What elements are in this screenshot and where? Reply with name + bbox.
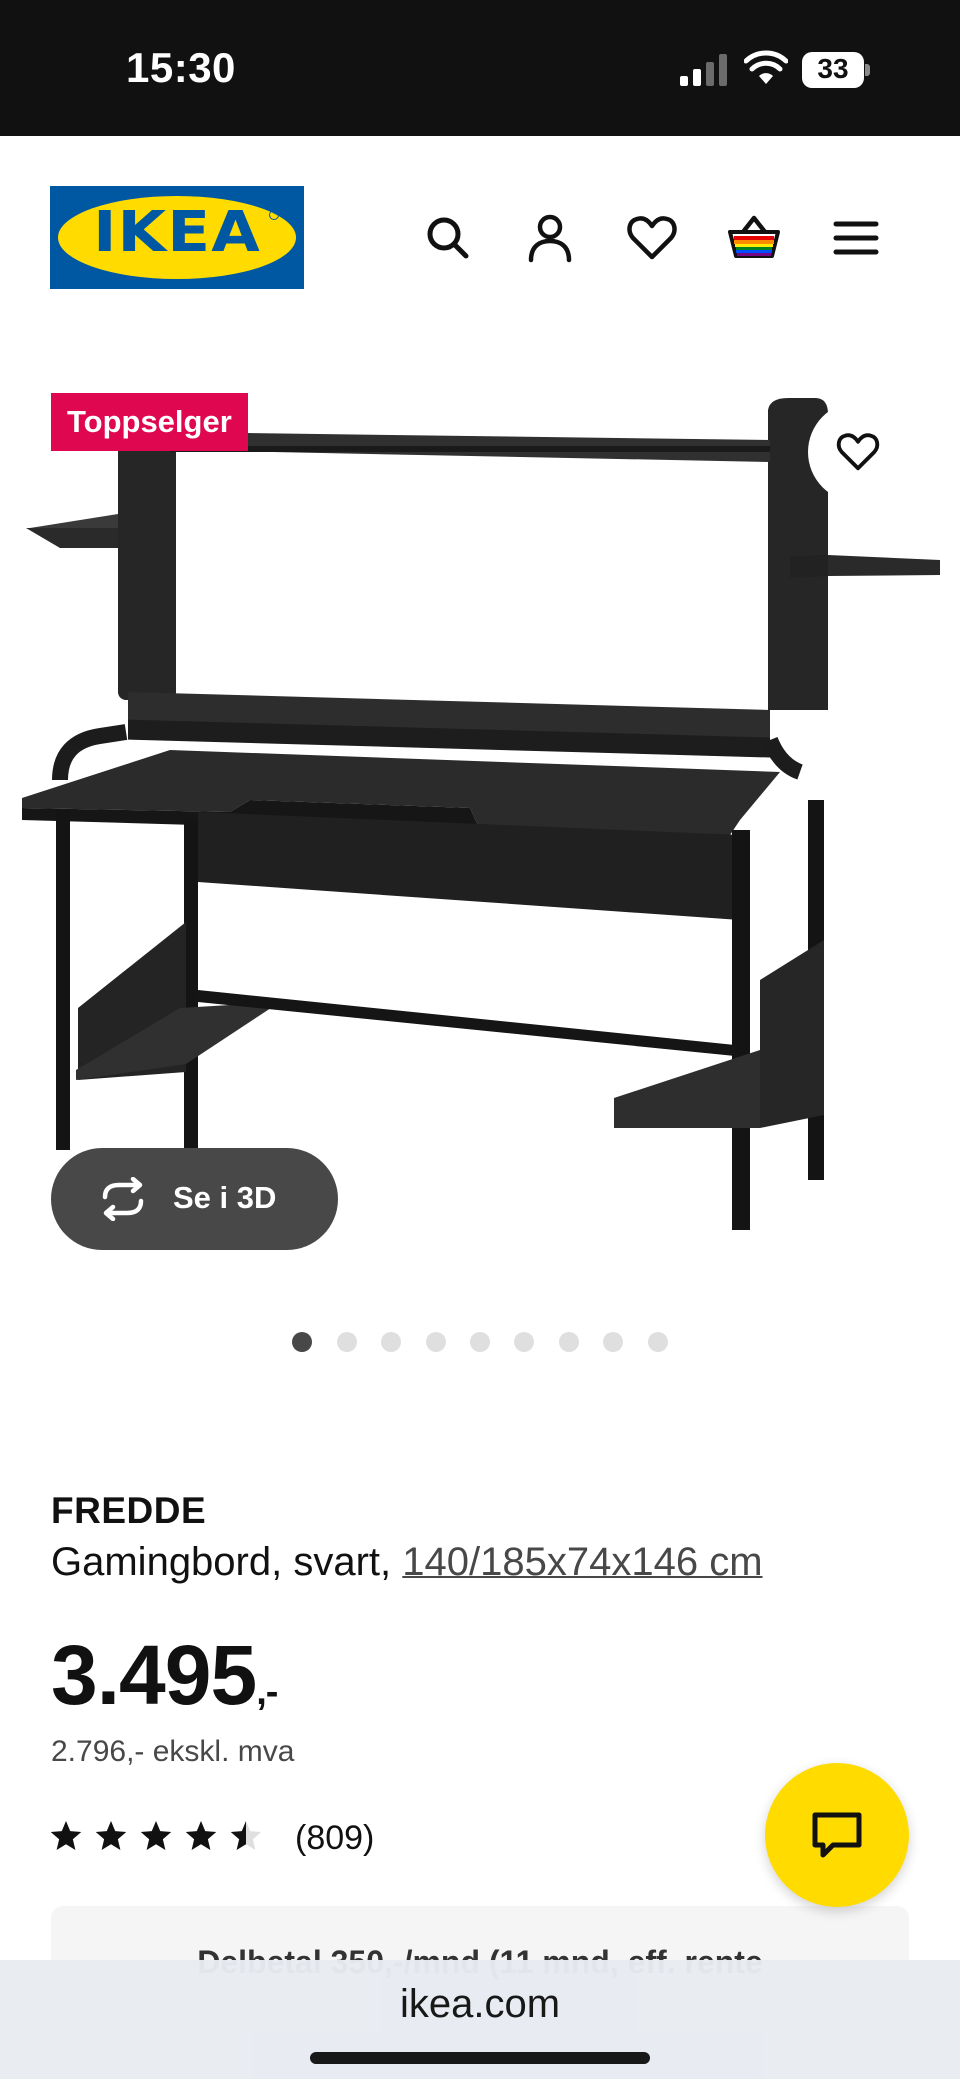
product-description: Gamingbord, svart, 140/185x74x146 cm: [51, 1540, 763, 1585]
view-in-3d-button[interactable]: Se i 3D: [51, 1148, 338, 1250]
basket-icon[interactable]: [726, 210, 782, 266]
image-carousel-dots: [0, 1332, 960, 1352]
browser-address-bar[interactable]: ikea.com: [0, 1960, 960, 2079]
home-indicator[interactable]: [310, 2052, 650, 2064]
status-bar: 15:30 33: [0, 0, 960, 136]
rating-star: [185, 1821, 217, 1850]
status-time: 15:30: [126, 44, 236, 91]
carousel-dot[interactable]: [470, 1332, 490, 1352]
rating-star: [50, 1821, 82, 1850]
product-type: Gamingbord, svart,: [51, 1540, 392, 1584]
product-name: FREDDE: [51, 1490, 207, 1531]
product-rating[interactable]: (809): [50, 1815, 374, 1859]
cellular-signal-icon: [680, 54, 727, 86]
rating-stars: [50, 1821, 262, 1850]
view-in-3d-label: Se i 3D: [173, 1180, 277, 1215]
product-image[interactable]: [0, 380, 960, 1280]
site-header: IKEA: [0, 136, 960, 336]
carousel-dot[interactable]: [292, 1332, 313, 1352]
rotate-3d-icon: [102, 1177, 144, 1221]
battery-level: 33: [817, 53, 849, 84]
browser-url[interactable]: ikea.com: [0, 1982, 960, 2027]
top-seller-badge: Toppselger: [51, 393, 248, 451]
user-icon[interactable]: [522, 210, 578, 266]
review-count[interactable]: (809): [295, 1819, 374, 1858]
wifi-icon: [744, 50, 788, 84]
carousel-dot[interactable]: [603, 1332, 624, 1352]
price-amount: 3.495: [51, 1628, 257, 1722]
chat-button[interactable]: [765, 1763, 909, 1907]
rating-star: [95, 1821, 127, 1850]
carousel-dot[interactable]: [425, 1332, 446, 1352]
price-excl-vat: 2.796,- ekskl. mva: [51, 1735, 295, 1768]
product-price: 3.495,-: [51, 1627, 278, 1724]
carousel-dot[interactable]: [336, 1332, 357, 1352]
carousel-dot[interactable]: [381, 1332, 402, 1352]
carousel-dot[interactable]: [514, 1332, 535, 1352]
product-measurements-link[interactable]: 140/185x74x146 cm: [402, 1540, 762, 1584]
ikea-logo[interactable]: IKEA: [50, 186, 304, 289]
add-to-favorites-button[interactable]: [808, 402, 908, 502]
heart-icon: [836, 433, 880, 471]
carousel-dot[interactable]: [558, 1332, 579, 1352]
menu-icon[interactable]: [828, 210, 884, 266]
chat-icon: [812, 1812, 862, 1858]
carousel-dot[interactable]: [647, 1332, 668, 1352]
battery-indicator: 33: [802, 52, 870, 88]
price-suffix: ,-: [256, 1671, 278, 1713]
heart-icon[interactable]: [624, 210, 680, 266]
rating-star: [140, 1821, 172, 1850]
search-icon[interactable]: [420, 210, 476, 266]
